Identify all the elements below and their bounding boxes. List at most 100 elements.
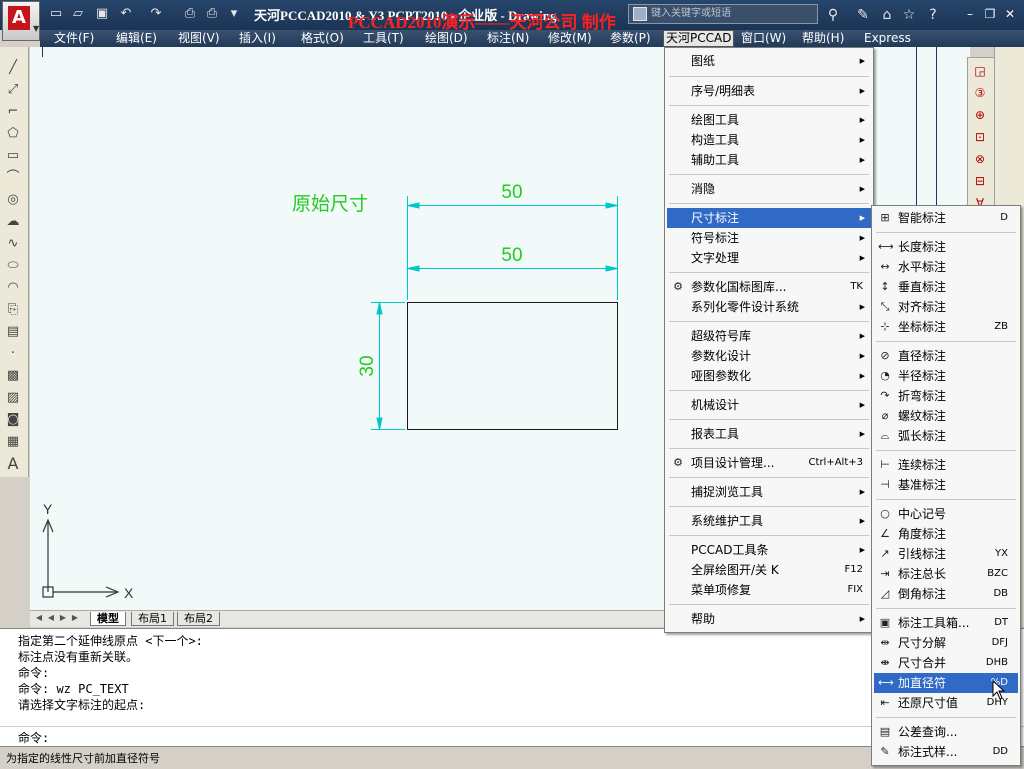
submenu-item-14[interactable]: ∠ 角度标注 (874, 524, 1018, 544)
line-tool-icon[interactable]: ╱ (4, 59, 22, 77)
menu-item-19[interactable]: PCCAD工具条 ▶ (667, 540, 871, 560)
region-tool-icon[interactable]: ◙ (4, 411, 22, 429)
menu-item-shortcut: F12 (844, 564, 863, 575)
menu-separator (669, 419, 869, 420)
submenu-item-label: 加直径符 (898, 676, 947, 690)
dim-text-left: 30 (357, 355, 378, 376)
menu-item-7[interactable]: 符号标注 ▶ (667, 228, 871, 248)
menu-item-8[interactable]: 文字处理 ▶ (667, 248, 871, 268)
frame-tool-icon[interactable]: ◲ (971, 62, 989, 80)
menu-item-10[interactable]: 系列化零件设计系统 ▶ (667, 297, 871, 317)
dimension-middle (407, 265, 618, 272)
rectangle-tool-icon[interactable]: ▭ (4, 147, 22, 165)
make-block-icon[interactable]: ▤ (4, 323, 22, 341)
menu-item-4[interactable]: 辅助工具 ▶ (667, 150, 871, 170)
first-tab-icon[interactable]: ◀ (34, 612, 44, 624)
circle-tool-icon[interactable]: ◎ (4, 191, 22, 209)
text-tool-icon[interactable]: A (4, 455, 22, 473)
submenu-item-24[interactable]: ✎ 标注式样... DD (874, 742, 1018, 762)
chamfer-dim-icon: ◿ (880, 587, 890, 600)
submenu-item-18[interactable]: ▣ 标注工具箱... DT (874, 613, 1018, 633)
note-original-size: 原始尺寸 (292, 193, 368, 215)
tab-layout2[interactable]: 布局2 (177, 612, 220, 626)
menu-item-17[interactable]: 捕捉浏览工具 ▶ (667, 482, 871, 502)
submenu-item-5[interactable]: ⊹ 坐标标注 ZB (874, 317, 1018, 337)
last-tab-icon[interactable]: ▶ (70, 612, 80, 624)
ellipse-tool-icon[interactable]: ⬭ (4, 257, 22, 275)
menu-item-22[interactable]: 帮助 ▶ (667, 609, 871, 629)
menu-item-label: 超级符号库 (691, 329, 752, 343)
gradient-tool-icon[interactable]: ▨ (4, 389, 22, 407)
menu-item-label: 捕捉浏览工具 (691, 485, 764, 499)
diameter-dim-icon: ⊘ (880, 349, 890, 362)
submenu-item-15[interactable]: ↗ 引线标注 YX (874, 544, 1018, 564)
submenu-item-20[interactable]: ⇼ 尺寸合并 DHB (874, 653, 1018, 673)
menu-item-16[interactable]: ⚙ 项目设计管理... Ctrl+Alt+3 (667, 453, 871, 473)
next-tab-icon[interactable]: ▶ (58, 612, 68, 624)
submenu-item-4[interactable]: ⤡ 对齐标注 (874, 297, 1018, 317)
submenu-item-8[interactable]: ↷ 折弯标注 (874, 386, 1018, 406)
submenu-item-label: 中心记号 (898, 507, 947, 521)
menu-item-15[interactable]: 报表工具 ▶ (667, 424, 871, 444)
submenu-item-label: 公差查询... (898, 725, 958, 739)
submenu-item-label: 坐标标注 (898, 320, 947, 334)
submenu-item-10[interactable]: ⌓ 弧长标注 (874, 426, 1018, 446)
submenu-item-17[interactable]: ◿ 倒角标注 DB (874, 584, 1018, 604)
submenu-item-16[interactable]: ⇥ 标注总长 BZC (874, 564, 1018, 584)
tab-layout1[interactable]: 布局1 (131, 612, 174, 626)
hatch-tool-icon[interactable]: ▩ (4, 367, 22, 385)
submenu-arrow-icon: ▶ (859, 352, 865, 360)
menu-item-5[interactable]: 消隐 ▶ (667, 179, 871, 199)
submenu-arrow-icon: ▶ (859, 185, 865, 193)
menu-item-9[interactable]: ⚙ 参数化国标图库... TK (667, 277, 871, 297)
menu-separator (876, 341, 1016, 342)
submenu-item-9[interactable]: ⌀ 螺纹标注 (874, 406, 1018, 426)
submenu-item-1[interactable]: ⟷ 长度标注 (874, 237, 1018, 257)
dim-style-icon: ✎ (880, 745, 890, 758)
submenu-item-13[interactable]: ○ 中心记号 (874, 504, 1018, 524)
submenu-item-7[interactable]: ◔ 半径标注 (874, 366, 1018, 386)
centerline-tool-icon[interactable]: ⊗ (971, 150, 989, 168)
submenu-item-12[interactable]: ⊣ 基准标注 (874, 475, 1018, 495)
polyline-tool-icon[interactable]: ⌐ (4, 103, 22, 121)
layer-tool-icon[interactable]: ⊟ (971, 172, 989, 190)
menu-item-14[interactable]: 机械设计 ▶ (667, 395, 871, 415)
menu-item-13[interactable]: 哑图参数化 ▶ (667, 366, 871, 386)
balloon-tool-icon[interactable]: ③ (971, 84, 989, 102)
menu-item-12[interactable]: 参数化设计 ▶ (667, 346, 871, 366)
menu-item-label: 系列化零件设计系统 (691, 300, 800, 314)
submenu-item-2[interactable]: ↔ 水平标注 (874, 257, 1018, 277)
menu-item-18[interactable]: 系统维护工具 ▶ (667, 511, 871, 531)
table-tool-icon[interactable]: ▦ (4, 433, 22, 451)
prev-tab-icon[interactable]: ◀ (46, 612, 56, 624)
menu-item-20[interactable]: 全屏绘图开/关 K F12 (667, 560, 871, 580)
point-tool-icon[interactable]: · (4, 345, 22, 363)
ucs-axis-y: Y (43, 501, 53, 517)
submenu-item-6[interactable]: ⊘ 直径标注 (874, 346, 1018, 366)
menu-item-21[interactable]: 菜单项修复 FIX (667, 580, 871, 600)
menu-item-0[interactable]: 图纸 ▶ (667, 51, 871, 71)
polygon-tool-icon[interactable]: ⬠ (4, 125, 22, 143)
submenu-item-19[interactable]: ⇹ 尺寸分解 DFJ (874, 633, 1018, 653)
menu-item-11[interactable]: 超级符号库 ▶ (667, 326, 871, 346)
construction-line-icon[interactable]: ⤢ (4, 81, 22, 99)
menu-item-2[interactable]: 绘图工具 ▶ (667, 110, 871, 130)
submenu-item-0[interactable]: ⊞ 智能标注 D (874, 208, 1018, 228)
submenu-item-11[interactable]: ⊢ 连续标注 (874, 455, 1018, 475)
insert-block-icon[interactable]: ⎘ (4, 301, 22, 319)
dim-toolbox-icon: ▣ (879, 616, 891, 629)
menu-item-label: 系统维护工具 (691, 514, 764, 528)
revision-cloud-icon[interactable]: ☁ (4, 213, 22, 231)
tab-model[interactable]: 模型 (90, 612, 126, 626)
menu-item-3[interactable]: 构造工具 ▶ (667, 130, 871, 150)
roughness-tool-icon[interactable]: ⊡ (971, 128, 989, 146)
arc-tool-icon[interactable]: ⌒ (4, 169, 22, 187)
menu-item-1[interactable]: 序号/明细表 ▶ (667, 81, 871, 101)
symbol-tool-icon[interactable]: ⊕ (971, 106, 989, 124)
menu-item-6[interactable]: 尺寸标注 ▶ (667, 208, 871, 228)
submenu-item-3[interactable]: ↕ 垂直标注 (874, 277, 1018, 297)
spline-tool-icon[interactable]: ∿ (4, 235, 22, 253)
ellipse-arc-icon[interactable]: ◠ (4, 279, 22, 297)
submenu-item-23[interactable]: ▤ 公差查询... (874, 722, 1018, 742)
continue-dim-icon: ⊢ (880, 458, 890, 471)
